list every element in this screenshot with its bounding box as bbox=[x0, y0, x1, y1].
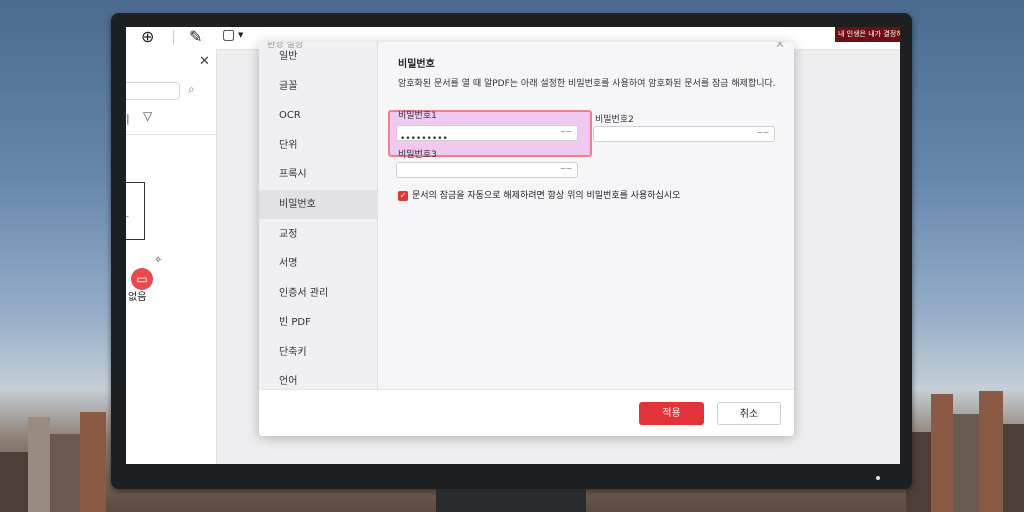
app-screen: ⊕ ✎ ▢ ▼ 내 인생은 내가 결정하기 ✕ ⌕ | ▽ - ▭ ✧ 없음 일… bbox=[126, 27, 900, 464]
divider bbox=[126, 134, 216, 135]
chevron-down-icon[interactable]: ▼ bbox=[238, 31, 243, 39]
nav-item-signature[interactable]: 서명 bbox=[259, 249, 377, 278]
hide-password-icon[interactable]: ⌣⌣ bbox=[757, 128, 769, 138]
password3-label: 비밀번호3 bbox=[398, 150, 437, 160]
left-panel: ✕ ⌕ | ▽ - ▭ ✧ 없음 bbox=[126, 49, 217, 464]
sparkle-icon[interactable]: ✧ bbox=[154, 255, 162, 266]
cancel-button[interactable]: 취소 bbox=[717, 402, 781, 425]
password3-field[interactable]: ⌣⌣ bbox=[396, 162, 578, 183]
toolbar-separator bbox=[173, 30, 174, 45]
zoom-in-icon[interactable]: ⊕ bbox=[141, 27, 154, 46]
password1-label: 비밀번호1 bbox=[398, 111, 437, 121]
nav-item-blank-pdf[interactable]: 빈 PDF bbox=[259, 308, 377, 337]
settings-nav: 일반 글꼴 OCR 단위 프록시 비밀번호 교정 서명 인증서 관리 빈 PDF… bbox=[259, 42, 378, 436]
ad-banner[interactable]: 내 인생은 내가 결정하기 bbox=[835, 27, 900, 42]
password2-input[interactable] bbox=[594, 133, 737, 147]
shape-icon[interactable]: ▢ bbox=[222, 27, 235, 43]
password-description: 암호화된 문서를 열 때 알PDF는 아래 설정한 비밀번호를 사용하여 암호화… bbox=[398, 79, 776, 89]
filter-icon[interactable]: ▽ bbox=[143, 109, 152, 123]
password2-field[interactable]: ⌣⌣ bbox=[593, 126, 775, 147]
nav-item-certificates[interactable]: 인증서 관리 bbox=[259, 279, 377, 308]
apply-button[interactable]: 적용 bbox=[639, 402, 704, 425]
list-view-icon[interactable]: | bbox=[126, 112, 130, 125]
power-led bbox=[876, 476, 880, 480]
hide-password-icon[interactable]: ⌣⌣ bbox=[560, 127, 572, 137]
nav-item-fonts[interactable]: 글꼴 bbox=[259, 72, 377, 101]
nav-item-units[interactable]: 단위 bbox=[259, 131, 377, 160]
dialog-title: 환경 설정 bbox=[267, 42, 303, 50]
monitor-stand bbox=[436, 489, 586, 512]
nav-item-ocr[interactable]: OCR bbox=[259, 101, 377, 130]
section-title: 비밀번호 bbox=[398, 59, 435, 70]
nav-item-proofing[interactable]: 교정 bbox=[259, 220, 377, 249]
search-icon[interactable]: ⌕ bbox=[188, 82, 195, 97]
password1-input[interactable] bbox=[397, 132, 540, 146]
nav-item-proxy[interactable]: 프록시 bbox=[259, 160, 377, 189]
password-settings: 비밀번호 암호화된 문서를 열 때 알PDF는 아래 설정한 비밀번호를 사용하… bbox=[377, 42, 794, 436]
password3-input[interactable] bbox=[397, 169, 540, 183]
page-thumbnail[interactable] bbox=[126, 182, 145, 240]
nav-item-password[interactable]: 비밀번호 bbox=[259, 190, 377, 219]
search-input[interactable] bbox=[126, 82, 180, 100]
hide-password-icon[interactable]: ⌣⌣ bbox=[560, 164, 572, 174]
password1-field[interactable]: ⌣⌣ bbox=[396, 125, 578, 146]
password2-label: 비밀번호2 bbox=[595, 115, 634, 125]
auto-unlock-option[interactable]: ✓ 문서의 잠금을 자동으로 해제하려면 항상 위의 비밀번호를 사용하십시오 bbox=[398, 188, 680, 201]
dialog-footer: 적용 취소 bbox=[259, 389, 794, 436]
close-icon[interactable]: ✕ bbox=[199, 54, 210, 69]
auto-unlock-checkbox[interactable]: ✓ bbox=[398, 190, 408, 201]
auto-unlock-label: 문서의 잠금을 자동으로 해제하려면 항상 위의 비밀번호를 사용하십시오 bbox=[412, 191, 681, 201]
preferences-dialog: 일반 글꼴 OCR 단위 프록시 비밀번호 교정 서명 인증서 관리 빈 PDF… bbox=[259, 42, 794, 436]
empty-state-text: 없음 bbox=[128, 292, 147, 303]
thumbnail-dash: - bbox=[126, 212, 129, 221]
pen-icon[interactable]: ✎ bbox=[189, 27, 202, 46]
nav-item-shortcuts[interactable]: 단축키 bbox=[259, 338, 377, 367]
comment-icon[interactable]: ▭ bbox=[131, 268, 153, 290]
